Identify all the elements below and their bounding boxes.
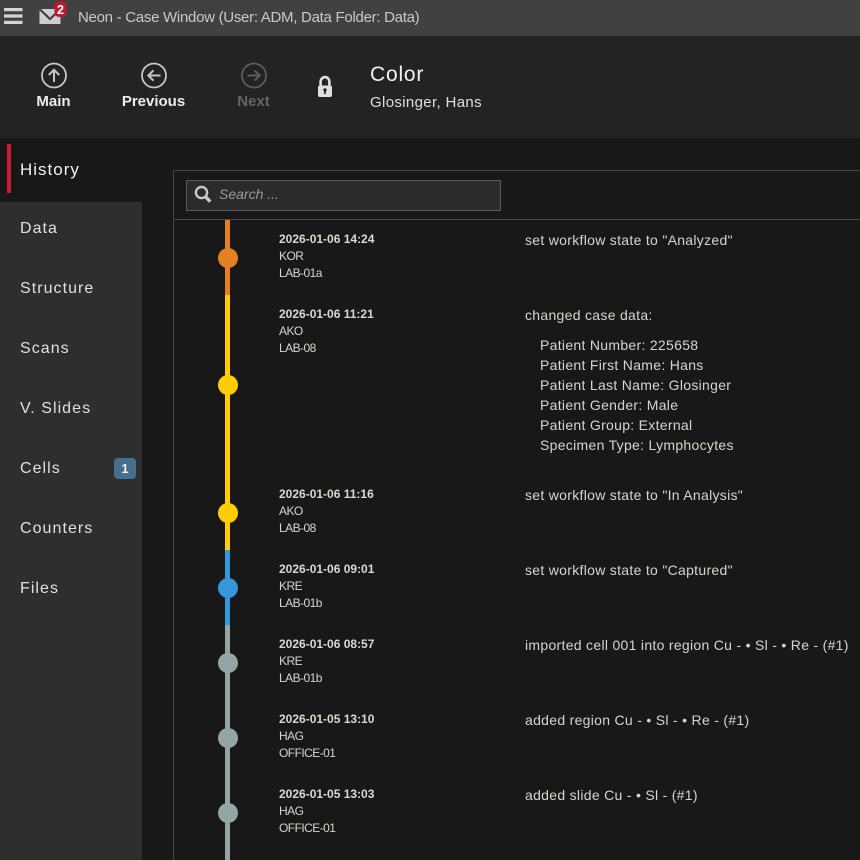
svg-text:2: 2 bbox=[57, 3, 64, 17]
